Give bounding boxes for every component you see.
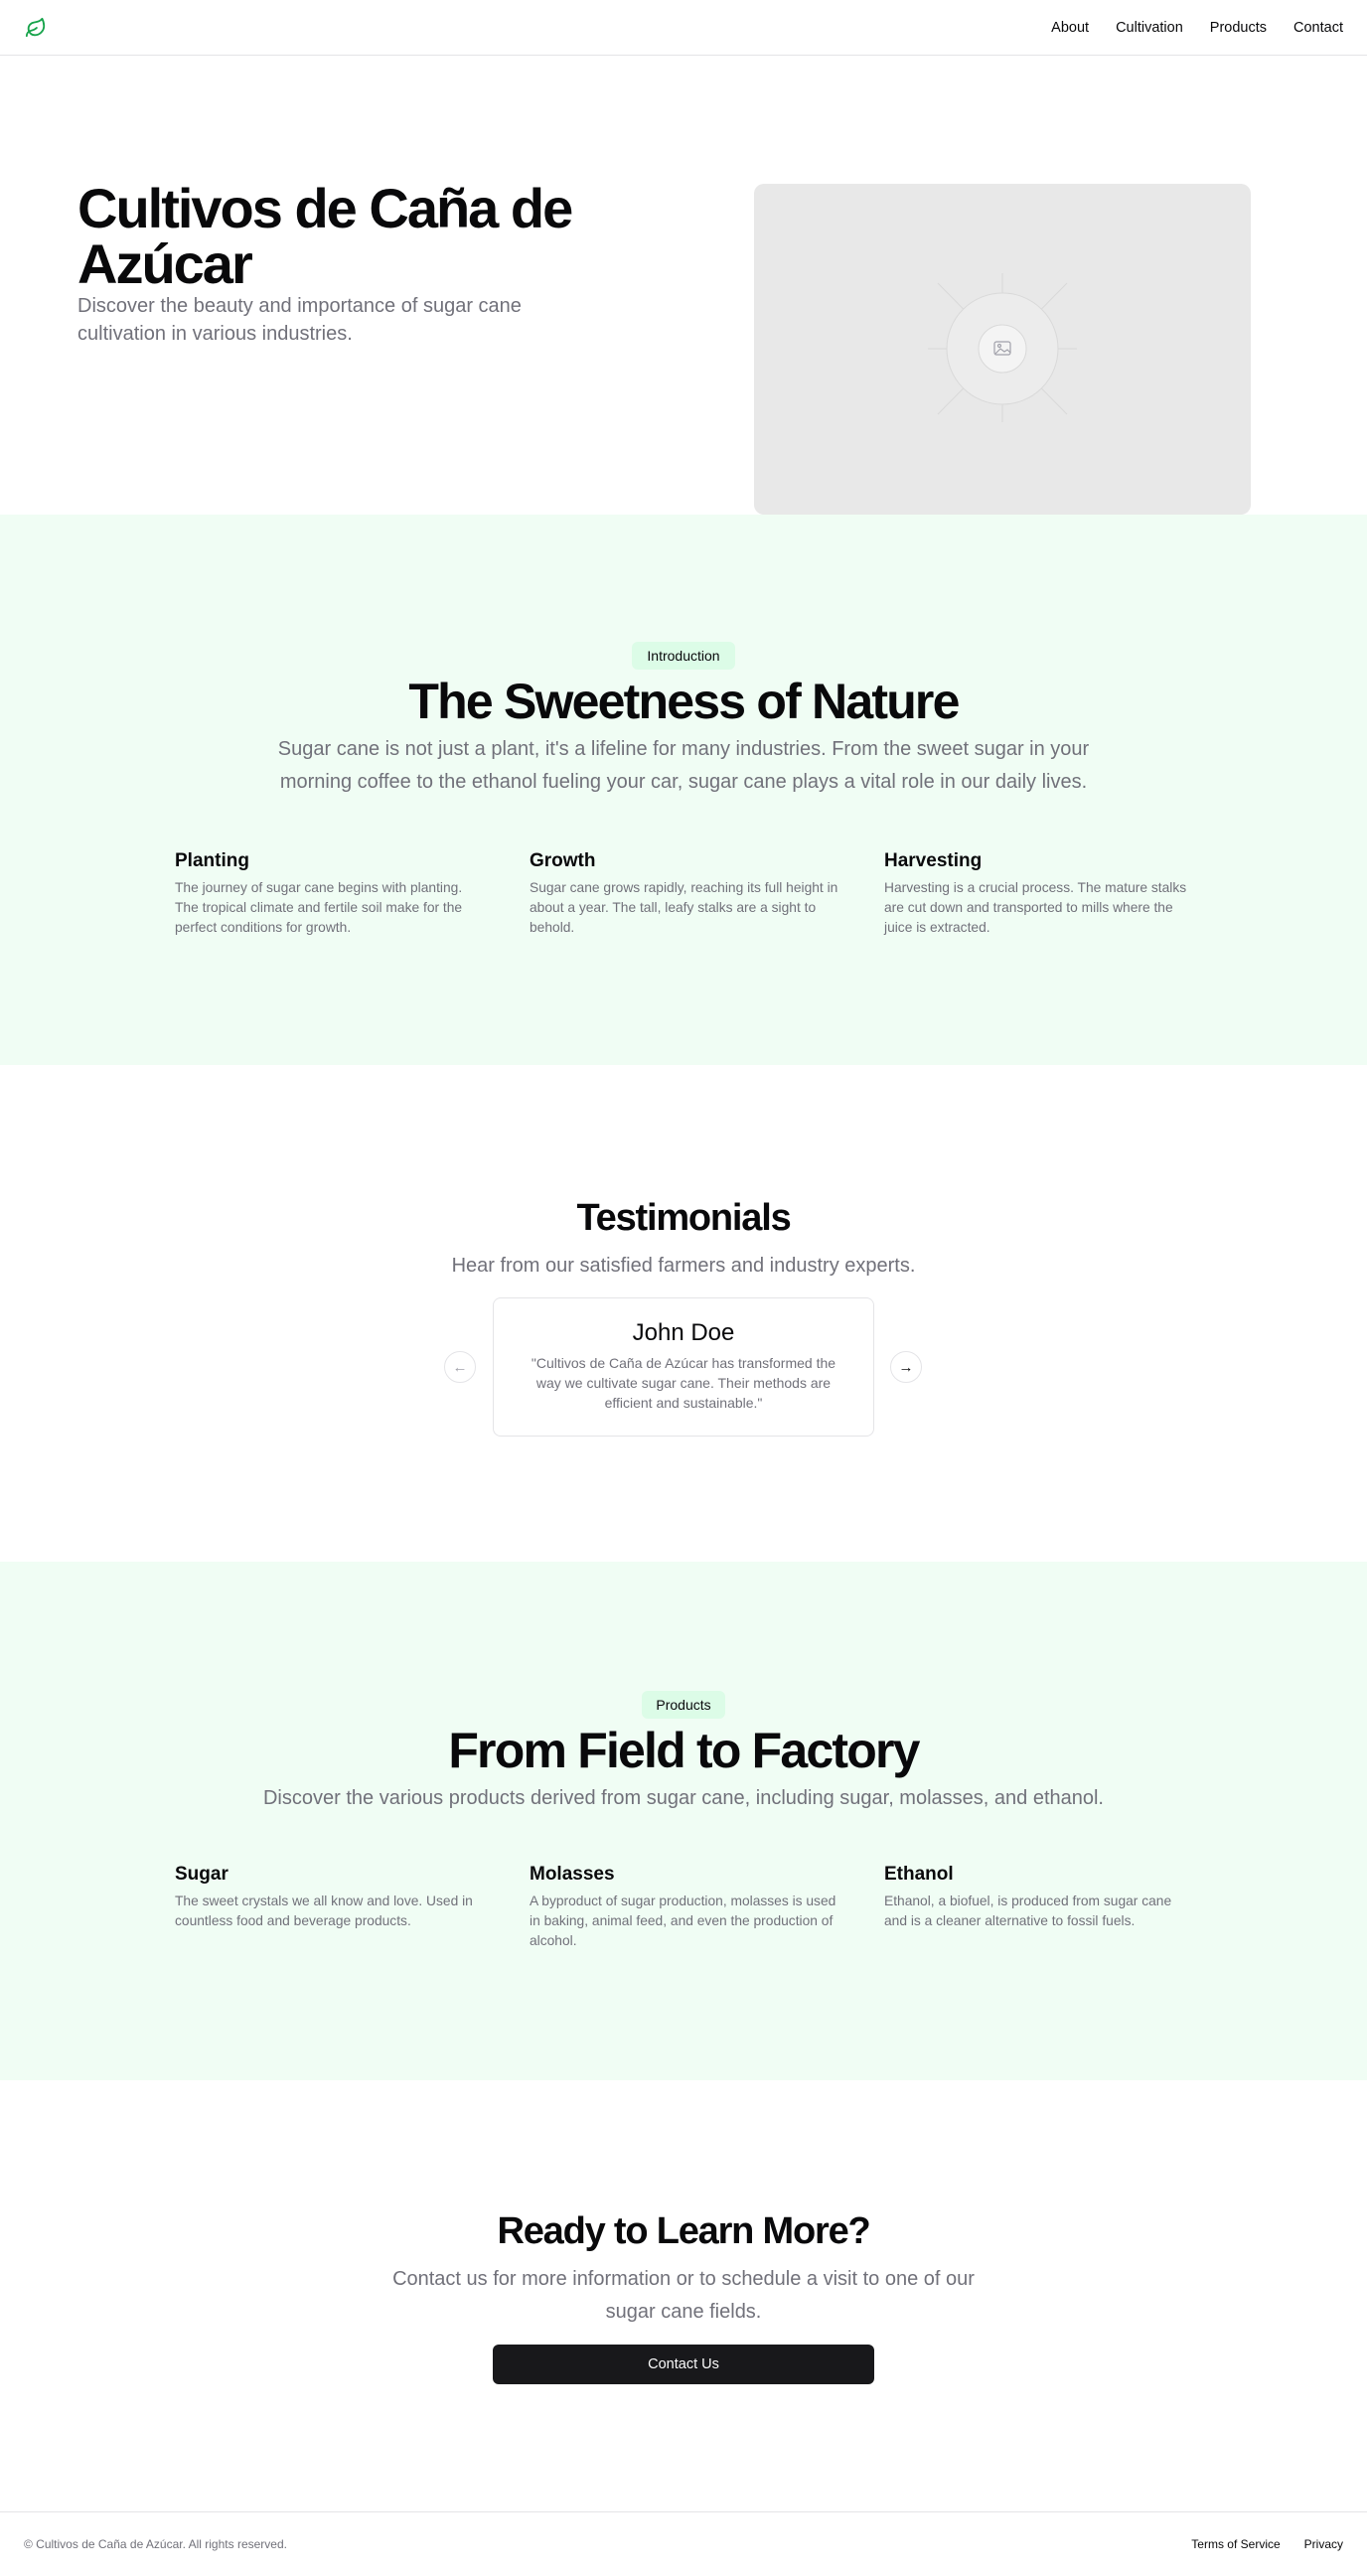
testimonial-quote: "Cultivos de Caña de Azúcar has transfor… [531,1355,836,1411]
feature-text: Sugar cane grows rapidly, reaching its f… [530,880,838,935]
products-title: From Field to Factory [448,1723,920,1778]
cta-section: Ready to Learn More? Contact us for more… [0,2080,1367,2511]
feature-title: Growth [530,850,596,871]
hero-section: Cultivos de Caña de Azúcar Discover the … [0,56,1367,515]
product-text: The sweet crystals we all know and love.… [175,1894,473,1928]
main-nav: About Cultivation Products Contact [1051,20,1343,36]
cta-subtitle: Contact us for more information or to sc… [392,2268,975,2323]
products-section: Products From Field to Factory Discover … [0,1562,1367,2080]
nav-products-link[interactable]: Products [1210,20,1267,36]
hero-image-placeholder [754,184,1251,515]
hero-title: Cultivos de Caña de Azúcar [77,177,573,295]
introduction-badge: Introduction [632,642,735,670]
nav-contact-link[interactable]: Contact [1293,20,1343,36]
product-title: Sugar [175,1864,228,1885]
product-text: Ethanol, a biofuel, is produced from sug… [884,1894,1172,1928]
contact-us-button[interactable]: Contact Us [493,2345,874,2384]
introduction-title: The Sweetness of Nature [408,674,960,729]
feature-title: Planting [175,850,249,871]
cta-title: Ready to Learn More? [497,2210,870,2252]
product-ethanol: Ethanol Ethanol, a biofuel, is produced … [884,1862,1197,1931]
copyright-text: © Cultivos de Caña de Azúcar. All rights… [24,2537,287,2551]
feature-planting: Planting The journey of sugar cane begin… [175,848,488,938]
product-text: A byproduct of sugar production, molasse… [530,1894,836,1948]
feature-growth: Growth Sugar cane grows rapidly, reachin… [530,848,842,938]
carousel-prev-button[interactable]: ← [444,1351,476,1383]
arrow-right-icon: → [898,1358,914,1376]
nav-about-link[interactable]: About [1051,20,1089,36]
leaf-logo-icon[interactable] [24,16,48,40]
feature-text: Harvesting is a crucial process. The mat… [884,880,1187,935]
testimonial-card: John Doe "Cultivos de Caña de Azúcar has… [493,1297,874,1437]
privacy-link[interactable]: Privacy [1304,2537,1343,2551]
feature-title: Harvesting [884,850,983,871]
testimonials-subtitle: Hear from our satisfied farmers and indu… [451,1255,916,1277]
introduction-subtitle: Sugar cane is not just a plant, it's a l… [277,738,1090,793]
product-title: Molasses [530,1864,615,1885]
testimonials-title: Testimonials [576,1197,791,1239]
testimonial-name: John Doe [632,1319,735,1346]
product-sugar: Sugar The sweet crystals we all know and… [175,1862,488,1931]
arrow-left-icon: ← [452,1358,468,1376]
nav-cultivation-link[interactable]: Cultivation [1116,20,1183,36]
products-subtitle: Discover the various products derived fr… [262,1787,1104,1809]
hero-subtitle: Discover the beauty and importance of su… [77,295,522,345]
terms-of-service-link[interactable]: Terms of Service [1191,2537,1280,2551]
site-header: About Cultivation Products Contact [0,0,1367,56]
testimonials-section: Testimonials Hear from our satisfied far… [0,1065,1367,1562]
product-molasses: Molasses A byproduct of sugar production… [530,1862,842,1951]
feature-text: The journey of sugar cane begins with pl… [175,880,463,935]
products-badge: Products [642,1691,725,1719]
product-title: Ethanol [884,1864,954,1885]
carousel-next-button[interactable]: → [890,1351,922,1383]
introduction-section: Introduction The Sweetness of Nature Sug… [0,515,1367,1065]
footer-links: Terms of Service Privacy [1191,2537,1343,2551]
site-footer: © Cultivos de Caña de Azúcar. All rights… [0,2511,1367,2576]
feature-harvesting: Harvesting Harvesting is a crucial proce… [884,848,1197,938]
